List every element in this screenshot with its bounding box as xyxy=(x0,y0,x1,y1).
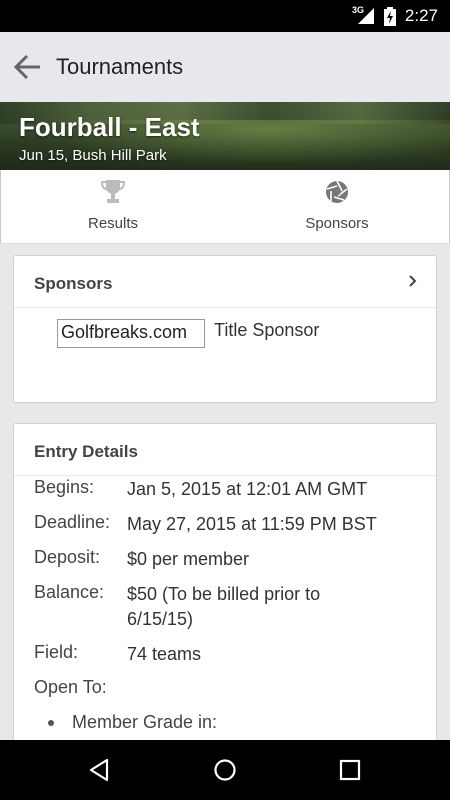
navigation-bar xyxy=(0,740,450,800)
battery-icon xyxy=(384,7,396,26)
recents-square-icon[interactable] xyxy=(337,758,363,782)
chevron-right-icon[interactable] xyxy=(408,274,418,288)
tournament-date-location: Jun 15, Bush Hill Park xyxy=(19,147,167,164)
detail-label: Field: xyxy=(34,642,79,662)
aperture-icon xyxy=(326,180,348,203)
clock: 2:27 xyxy=(404,6,438,25)
tournament-name: Fourball - East xyxy=(19,112,200,142)
tab-results-label: Results xyxy=(87,215,139,232)
detail-value: $50 (To be billed prior to 6/15/15) xyxy=(127,584,321,629)
tab-results[interactable]: Results xyxy=(1,170,225,244)
tab-sponsors-label: Sponsors xyxy=(305,215,369,232)
entry-details-card: Entry Details Begins: Jan 5, 2015 at 12:… xyxy=(13,423,437,763)
detail-value: $0 per member xyxy=(127,549,250,569)
app-bar: Tournaments xyxy=(0,32,450,102)
sponsor-role: Title Sponsor xyxy=(214,320,320,340)
detail-label: Deposit: xyxy=(34,547,101,567)
status-bar: 3G 2:27 xyxy=(0,0,450,32)
sponsors-card[interactable]: Sponsors Golfbreaks.com Title Sponsor xyxy=(13,255,437,403)
sponsor-logo[interactable]: Golfbreaks.com xyxy=(57,319,205,348)
trophy-icon xyxy=(101,180,125,203)
bullet-dot xyxy=(48,720,54,726)
signal-icon xyxy=(358,8,374,24)
sponsors-card-header[interactable]: Sponsors xyxy=(14,256,436,308)
detail-label: Balance: xyxy=(34,582,105,602)
tab-bar: Results Sponsors xyxy=(0,170,450,244)
entry-details-header: Entry Details xyxy=(14,424,436,476)
detail-label: Deadline: xyxy=(34,512,111,532)
detail-value: Jan 5, 2015 at 12:01 AM GMT xyxy=(127,479,368,499)
entry-details-title: Entry Details xyxy=(34,442,138,461)
detail-value: 74 teams xyxy=(127,644,202,664)
tab-sponsors[interactable]: Sponsors xyxy=(225,170,449,244)
page-title: Tournaments xyxy=(56,54,184,79)
tournament-banner: Fourball - East Jun 15, Bush Hill Park xyxy=(0,102,450,170)
sponsors-card-title: Sponsors xyxy=(34,274,113,293)
back-triangle-icon[interactable] xyxy=(87,758,113,782)
detail-label: Begins: xyxy=(34,477,95,497)
detail-value: May 27, 2015 at 11:59 PM BST xyxy=(127,514,377,534)
list-item-text: Member Grade in: xyxy=(72,712,218,732)
back-arrow-icon[interactable] xyxy=(12,52,44,82)
home-circle-icon[interactable] xyxy=(212,758,238,782)
detail-label: Open To: xyxy=(34,677,107,697)
